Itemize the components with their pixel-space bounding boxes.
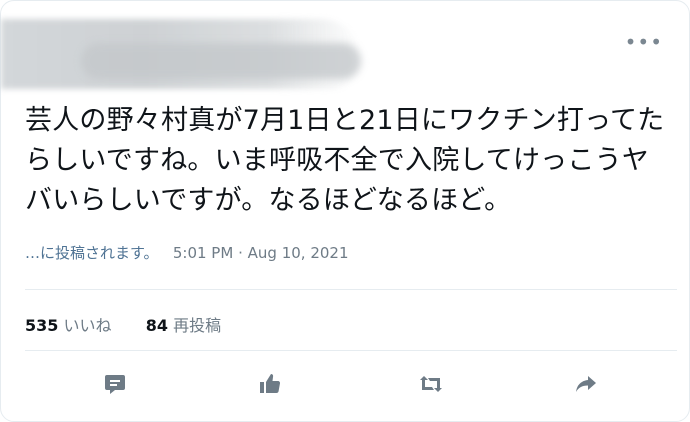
more-options-icon[interactable]: ••• (625, 32, 663, 52)
tweet-text-line: バいらしいですが。なるほどなるほど。 (25, 185, 512, 216)
likes-stat[interactable]: 535 いいね (25, 316, 117, 335)
share-arrow-icon (576, 376, 596, 392)
tweet-card: ••• 芸人の野々村真が7月1日と21日にワクチン打ってた らしいですね。いま呼… (0, 0, 690, 422)
comment-icon (105, 375, 125, 394)
tweet-time[interactable]: 5:01 PM (173, 244, 233, 262)
likes-label: いいね (63, 316, 112, 335)
meta-separator: · (238, 244, 243, 262)
tweet-text-line: らしいですね。いま呼吸不全で入院してけっこうヤ (25, 145, 649, 176)
thumbs-up-icon (260, 374, 281, 394)
posted-via-label[interactable]: …に投稿されます。 (25, 244, 159, 262)
tweet-stats: 535 いいね 84 再投稿 (25, 312, 221, 336)
tweet-date[interactable]: Aug 10, 2021 (248, 244, 349, 262)
tweet-meta: …に投稿されます。 5:01 PM · Aug 10, 2021 (25, 242, 349, 263)
like-button[interactable] (257, 371, 283, 397)
retweets-count: 84 (145, 316, 168, 335)
retweet-icon (420, 376, 442, 392)
tweet-body: 芸人の野々村真が7月1日と21日にワクチン打ってた らしいですね。いま呼吸不全で… (25, 101, 675, 221)
divider (25, 289, 677, 290)
retweets-label: 再投稿 (173, 316, 222, 335)
redacted-username (81, 43, 361, 79)
reply-button[interactable] (102, 371, 128, 397)
retweets-stat[interactable]: 84 再投稿 (146, 316, 221, 335)
likes-count: 535 (25, 316, 59, 335)
tweet-text-line: 芸人の野々村真が7月1日と21日にワクチン打ってた (25, 105, 665, 136)
share-button[interactable] (573, 371, 599, 397)
divider (25, 350, 677, 351)
retweet-button[interactable] (418, 371, 444, 397)
tweet-actions (1, 363, 690, 403)
